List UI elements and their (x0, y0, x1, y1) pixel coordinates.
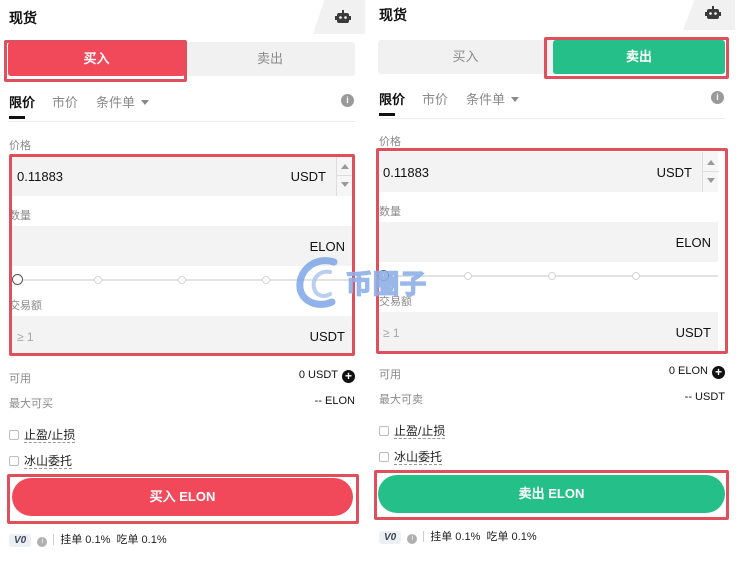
total-unit: USDT (309, 329, 345, 344)
buy-tab[interactable]: 买入 (8, 42, 185, 76)
price-label: 价格 (9, 140, 31, 152)
available-label: 可用 (379, 369, 401, 381)
amount-unit: ELON (675, 235, 711, 250)
logo-watermark-mark (296, 257, 338, 308)
slider-mark-75[interactable] (262, 276, 270, 284)
price-label: 价格 (379, 136, 401, 148)
robot-icon (705, 6, 721, 19)
sell-submit-button[interactable]: 卖出 ELON (378, 475, 725, 513)
sell-tab[interactable]: 卖出 (185, 42, 355, 76)
fee-row: V0 i 挂单 0.1% 吃单 0.1% (9, 531, 167, 547)
total-placeholder: ≥ 1 (383, 326, 400, 340)
max-label: 最大可卖 (379, 394, 423, 406)
amount-label: 数量 (379, 206, 401, 218)
price-stepper[interactable] (702, 152, 719, 192)
slider-mark-50[interactable] (178, 276, 186, 284)
taker-fee: 吃单 0.1% (486, 531, 537, 543)
tab-limit[interactable]: 限价 (9, 92, 35, 119)
taker-fee: 吃单 0.1% (116, 534, 167, 546)
robot-button[interactable] (683, 0, 735, 30)
slider-mark-25[interactable] (94, 276, 102, 284)
sell-tab[interactable]: 卖出 (553, 40, 725, 74)
watermark-text: 币圈子 (345, 268, 428, 300)
slider-mark-25[interactable] (464, 272, 472, 280)
tab-conditional[interactable]: 条件单 (466, 89, 520, 108)
total-input[interactable]: ≥ 1 USDT (378, 312, 718, 352)
price-input[interactable]: 0.11883 USDT (12, 156, 353, 196)
info-icon[interactable]: i (711, 91, 724, 104)
iceberg-label: 冰山委托 (24, 454, 73, 469)
robot-button[interactable] (313, 0, 365, 34)
price-value: 0.11883 (383, 165, 430, 180)
checkbox-icon[interactable] (9, 456, 19, 466)
slider-handle[interactable] (12, 274, 23, 285)
max-value: -- USDT (684, 391, 725, 403)
stepper-up-icon[interactable] (707, 160, 715, 165)
stepper-down-icon[interactable] (341, 182, 349, 187)
maker-fee: 挂单 0.1% (430, 531, 481, 543)
tab-market[interactable]: 市价 (52, 92, 78, 111)
iceberg-checkbox[interactable]: 冰山委托 (379, 448, 443, 465)
price-stepper[interactable] (336, 156, 353, 196)
robot-icon (335, 10, 351, 23)
max-value: -- ELON (314, 395, 355, 407)
order-type-tabs: 限价 市价 条件单 i (379, 89, 725, 119)
max-label: 最大可买 (9, 398, 53, 410)
order-type-tabs: 限价 市价 条件单 i (9, 92, 355, 122)
fee-info-icon[interactable]: i (407, 534, 418, 544)
vip-badge: V0 (379, 531, 402, 544)
tab-conditional-label: 条件单 (96, 95, 136, 110)
slider-mark-75[interactable] (632, 272, 640, 280)
tab-market[interactable]: 市价 (422, 89, 448, 108)
iceberg-checkbox[interactable]: 冰山委托 (9, 452, 73, 469)
tp-sl-label: 止盈/止损 (394, 424, 446, 439)
tp-sl-checkbox[interactable]: 止盈/止损 (9, 426, 76, 443)
side-switch: 买入 卖出 (378, 40, 725, 74)
price-input[interactable]: 0.11883 USDT (378, 152, 719, 192)
logo-watermark: 币圈子 (294, 252, 444, 312)
total-unit: USDT (675, 325, 711, 340)
available-row: 0 ELON + (669, 365, 725, 379)
total-label: 交易额 (9, 300, 42, 312)
available-label: 可用 (9, 373, 31, 385)
stepper-up-icon[interactable] (341, 164, 349, 169)
fee-row: V0 i 挂单 0.1% 吃单 0.1% (379, 528, 537, 544)
checkbox-icon[interactable] (379, 426, 389, 436)
price-value: 0.11883 (17, 169, 64, 184)
side-switch: 买入 卖出 (8, 42, 355, 76)
price-unit: USDT (290, 169, 326, 184)
tab-conditional[interactable]: 条件单 (96, 92, 150, 111)
vip-badge: V0 (9, 534, 32, 547)
stepper-down-icon[interactable] (707, 178, 715, 183)
buy-tab[interactable]: 买入 (378, 40, 553, 74)
page-title: 现货 (379, 7, 407, 23)
total-placeholder: ≥ 1 (17, 330, 34, 344)
plus-circle-icon[interactable]: + (342, 370, 355, 383)
amount-label: 数量 (9, 210, 31, 222)
total-input[interactable]: ≥ 1 USDT (12, 316, 352, 356)
available-value: 0 USDT (298, 369, 338, 381)
tab-limit[interactable]: 限价 (379, 89, 405, 116)
tab-conditional-label: 条件单 (466, 92, 506, 107)
checkbox-icon[interactable] (379, 452, 389, 462)
iceberg-label: 冰山委托 (394, 450, 443, 465)
chevron-down-icon (511, 97, 520, 102)
info-icon[interactable]: i (341, 94, 354, 107)
buy-submit-button[interactable]: 买入 ELON (12, 478, 353, 516)
price-unit: USDT (656, 165, 692, 180)
page-title: 现货 (9, 10, 37, 26)
tp-sl-label: 止盈/止损 (24, 428, 76, 443)
tp-sl-checkbox[interactable]: 止盈/止损 (379, 422, 446, 439)
fee-info-icon[interactable]: i (37, 537, 48, 547)
plus-circle-icon[interactable]: + (712, 366, 725, 379)
available-value: 0 ELON (668, 365, 708, 377)
available-row: 0 USDT + (299, 369, 355, 383)
maker-fee: 挂单 0.1% (60, 534, 111, 546)
chevron-down-icon (141, 100, 150, 105)
checkbox-icon[interactable] (9, 430, 19, 440)
slider-mark-50[interactable] (548, 272, 556, 280)
